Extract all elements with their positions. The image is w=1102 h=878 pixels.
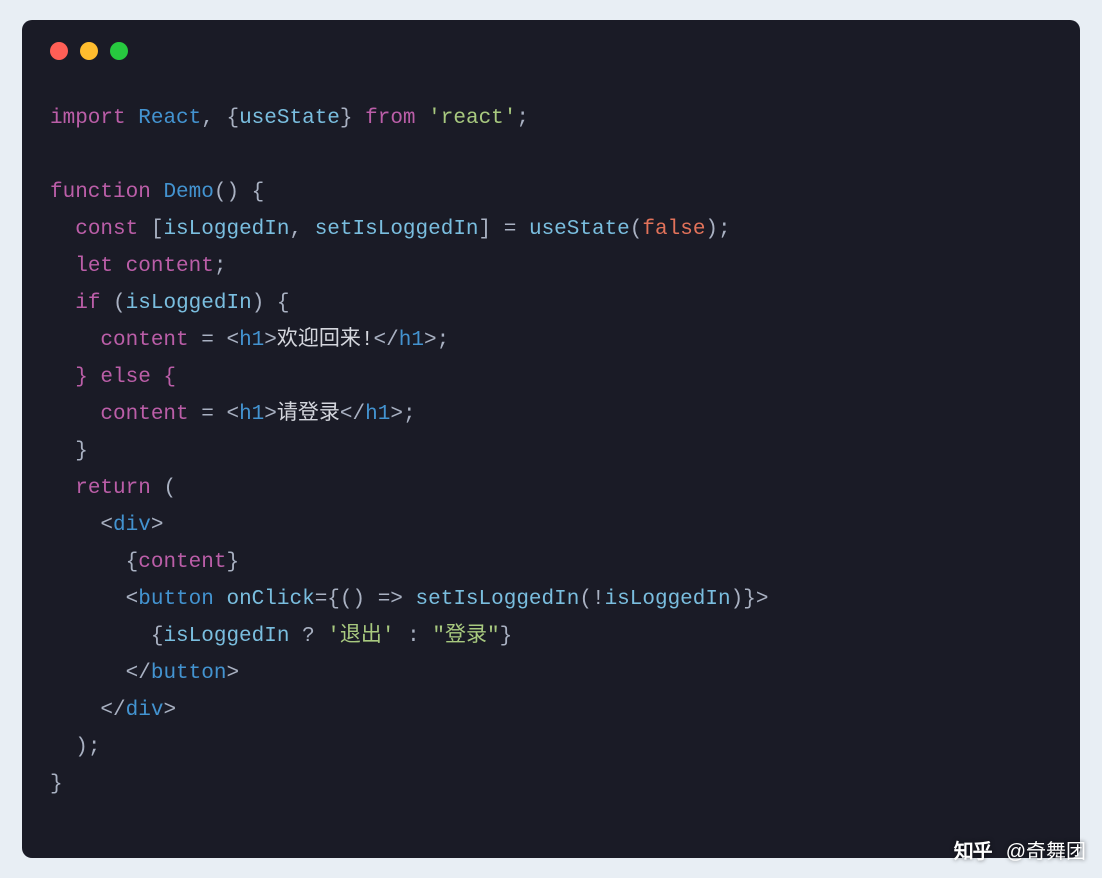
keyword-let: let [75,255,113,278]
var-content: content [126,255,214,278]
window-controls [50,42,1052,60]
text-please-login: 请登录 [277,403,340,426]
keyword-function: function [50,181,151,204]
tag-button: button [138,588,214,611]
keyword-const: const [75,218,138,241]
ident-usestate: useState [239,107,340,130]
tag-h1-close: h1 [365,403,390,426]
watermark-author: @奇舞团 [1006,835,1086,864]
keyword-else: } else { [75,366,176,389]
keyword-from: from [365,107,415,130]
code-block: import React, {useState} from 'react'; f… [50,100,1052,803]
tag-h1: h1 [239,329,264,352]
close-icon[interactable] [50,42,68,60]
watermark: 知乎 @奇舞团 [950,835,1086,864]
text-welcome-back: 欢迎回来! [277,329,374,352]
tag-h1-close: h1 [399,329,424,352]
string-login: "登录" [432,625,499,648]
tag-div-close: div [126,699,164,722]
tag-h1: h1 [239,403,264,426]
arg-isloggedin: isLoggedIn [605,588,731,611]
cond-isloggedin: isLoggedIn [126,292,252,315]
var-content: content [100,403,188,426]
fn-demo: Demo [163,181,213,204]
keyword-return: return [75,477,151,500]
var-content: content [100,329,188,352]
cond-isloggedin: isLoggedIn [163,625,289,648]
minimize-icon[interactable] [80,42,98,60]
expr-content: content [138,551,226,574]
var-setisloggedin: setIsLoggedIn [315,218,479,241]
tag-div: div [113,514,151,537]
call-setisloggedin: setIsLoggedIn [416,588,580,611]
call-usestate: useState [529,218,630,241]
string-logout: '退出' [327,625,394,648]
string-react: 'react' [428,107,516,130]
zhihu-logo: 知乎 [950,837,996,863]
var-isloggedin: isLoggedIn [163,218,289,241]
attr-onclick: onClick [226,588,314,611]
keyword-import: import [50,107,126,130]
ident-react: React [138,107,201,130]
maximize-icon[interactable] [110,42,128,60]
keyword-if: if [75,292,100,315]
code-editor-window: import React, {useState} from 'react'; f… [22,20,1080,858]
tag-button-close: button [151,662,227,685]
literal-false: false [642,218,705,241]
